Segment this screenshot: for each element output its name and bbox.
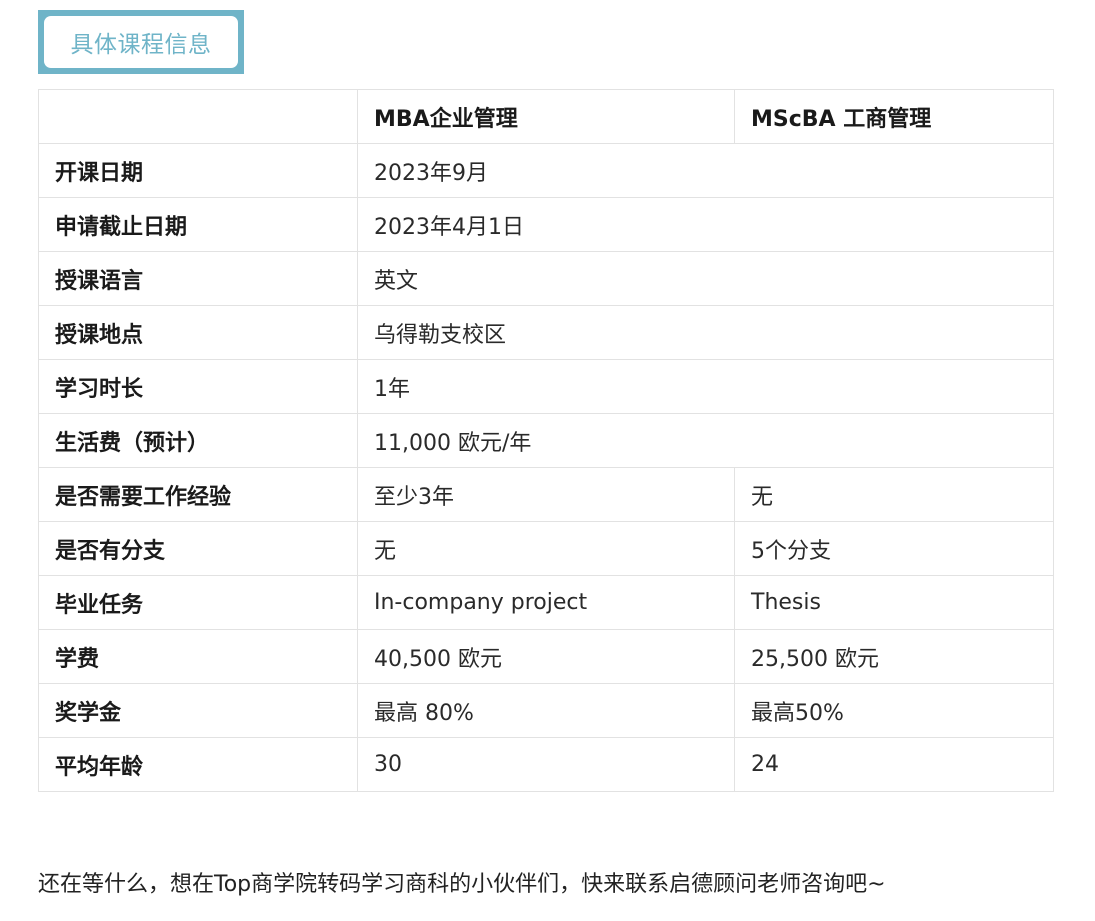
section-tag-label: 具体课程信息 (44, 16, 238, 68)
table-row: 学习时长 1年 (38, 359, 1054, 414)
cell-work-experience-mba: 至少3年 (357, 467, 735, 522)
cell-branches-mba: 无 (357, 521, 735, 576)
table-row: 毕业任务 In-company project Thesis (38, 575, 1054, 630)
cell-tuition-mba: 40,500 欧元 (357, 629, 735, 684)
table-row: 开课日期 2023年9月 (38, 143, 1054, 198)
table-row: 生活费（预计） 11,000 欧元/年 (38, 413, 1054, 468)
cell-living-cost: 11,000 欧元/年 (357, 413, 1054, 468)
row-label-branches: 是否有分支 (38, 521, 358, 576)
cell-work-experience-mscba: 无 (734, 467, 1054, 522)
cell-graduation-task-mba: In-company project (357, 575, 735, 630)
cell-average-age-mba: 30 (357, 737, 735, 792)
cell-tuition-mscba: 25,500 欧元 (734, 629, 1054, 684)
section-tag: 具体课程信息 (38, 10, 244, 74)
row-label-tuition: 学费 (38, 629, 358, 684)
row-label-scholarship: 奖学金 (38, 683, 358, 738)
row-label-language: 授课语言 (38, 251, 358, 306)
row-label-work-experience: 是否需要工作经验 (38, 467, 358, 522)
row-label-location: 授课地点 (38, 305, 358, 360)
row-label-living-cost: 生活费（预计） (38, 413, 358, 468)
header-cell-mscba: MScBA 工商管理 (734, 89, 1054, 144)
row-label-deadline: 申请截止日期 (38, 197, 358, 252)
course-info-table: MBA企业管理 MScBA 工商管理 开课日期 2023年9月 申请截止日期 2… (38, 89, 1054, 792)
closing-paragraph: 还在等什么，想在Top商学院转码学习商科的小伙伴们，快来联系启德顾问老师咨询吧~ (38, 872, 886, 897)
cell-average-age-mscba: 24 (734, 737, 1054, 792)
header-cell-empty (38, 89, 358, 144)
table-row: 学费 40,500 欧元 25,500 欧元 (38, 629, 1054, 684)
table-row: 平均年龄 30 24 (38, 737, 1054, 792)
row-label-average-age: 平均年龄 (38, 737, 358, 792)
table-header-row: MBA企业管理 MScBA 工商管理 (38, 89, 1054, 144)
table-row: 奖学金 最高 80% 最高50% (38, 683, 1054, 738)
cell-scholarship-mscba: 最高50% (734, 683, 1054, 738)
cell-start-date: 2023年9月 (357, 143, 1054, 198)
row-label-graduation-task: 毕业任务 (38, 575, 358, 630)
row-label-duration: 学习时长 (38, 359, 358, 414)
table-row: 授课地点 乌得勒支校区 (38, 305, 1054, 360)
cell-scholarship-mba: 最高 80% (357, 683, 735, 738)
cell-language: 英文 (357, 251, 1054, 306)
table-row: 申请截止日期 2023年4月1日 (38, 197, 1054, 252)
cell-deadline: 2023年4月1日 (357, 197, 1054, 252)
header-cell-mba: MBA企业管理 (357, 89, 735, 144)
cell-location: 乌得勒支校区 (357, 305, 1054, 360)
row-label-start-date: 开课日期 (38, 143, 358, 198)
cell-duration: 1年 (357, 359, 1054, 414)
cell-branches-mscba: 5个分支 (734, 521, 1054, 576)
cell-graduation-task-mscba: Thesis (734, 575, 1054, 630)
table-row: 是否有分支 无 5个分支 (38, 521, 1054, 576)
table-row: 授课语言 英文 (38, 251, 1054, 306)
table-row: 是否需要工作经验 至少3年 无 (38, 467, 1054, 522)
